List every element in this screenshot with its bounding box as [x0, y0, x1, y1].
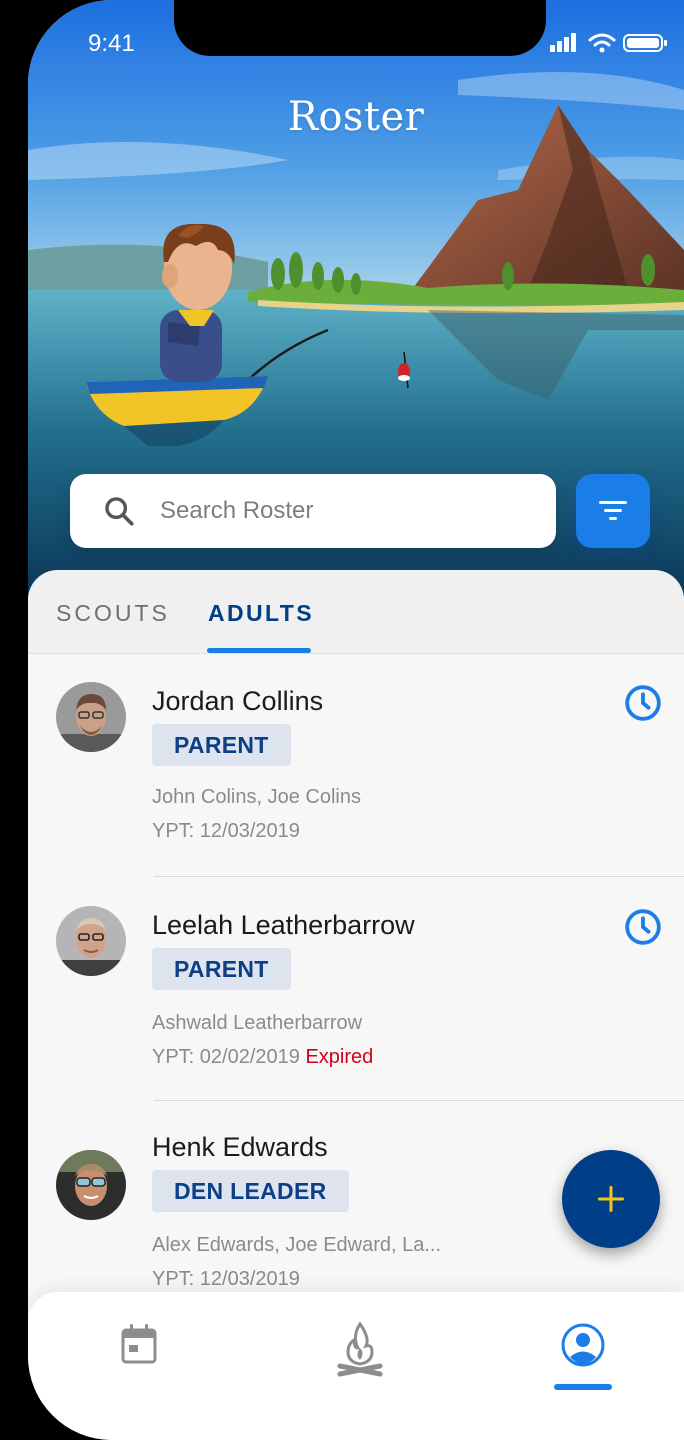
member-name: Henk Edwards [152, 1132, 328, 1162]
calendar-icon[interactable] [120, 1322, 158, 1366]
campfire-icon[interactable] [336, 1322, 384, 1378]
clock-icon[interactable] [624, 684, 662, 722]
search-bar[interactable] [70, 474, 556, 548]
role-badge: PARENT [152, 948, 291, 990]
tab-bar: SCOUTS ADULTS [28, 570, 684, 654]
tab-scouts[interactable]: SCOUTS [56, 600, 170, 627]
clock-icon[interactable] [624, 908, 662, 946]
battery-icon [623, 34, 667, 52]
active-tab-indicator [207, 648, 311, 653]
plus-icon [598, 1186, 624, 1212]
role-badge: DEN LEADER [152, 1170, 349, 1212]
ypt-date-text: YPT: 02/02/2019 [152, 1046, 300, 1068]
add-member-button[interactable] [562, 1150, 660, 1248]
avatar [56, 906, 126, 976]
ypt-date-text: YPT: 12/03/2019 [152, 820, 300, 842]
status-icons [550, 33, 667, 53]
ypt-date-text: YPT: 12/03/2019 [152, 1268, 300, 1290]
status-time: 9:41 [88, 30, 135, 57]
ypt-date: YPT: 12/03/2019 [152, 1268, 300, 1291]
avatar [56, 1150, 126, 1220]
member-name: Leelah Leatherbarrow [152, 910, 415, 940]
active-nav-indicator [554, 1384, 612, 1390]
member-relations: Ashwald Leatherbarrow [152, 1012, 363, 1034]
signal-icon [550, 33, 576, 52]
avatar [56, 682, 126, 752]
filter-button[interactable] [576, 474, 650, 548]
header-illustration: 9:41 Roster [28, 0, 684, 600]
search-input[interactable] [160, 497, 520, 525]
profile-icon[interactable] [560, 1322, 606, 1368]
tab-adults[interactable]: ADULTS [208, 600, 314, 627]
phone-screen: 9:41 Roster Search Roster SCOUTS ADULTS … [28, 0, 684, 1440]
member-relations: John Colins, Joe Colins [152, 786, 361, 808]
member-relations: Alex Edwards, Joe Edward, La... [152, 1234, 442, 1256]
filter-icon [599, 501, 627, 520]
device-notch [174, 0, 546, 56]
member-name: Jordan Collins [152, 686, 324, 716]
row-divider [154, 1100, 684, 1101]
row-divider [154, 876, 684, 877]
search-icon [105, 497, 134, 526]
role-badge: PARENT [152, 724, 291, 766]
wifi-icon [588, 33, 616, 47]
bottom-navigation [28, 1292, 684, 1440]
page-title: Roster [287, 94, 425, 140]
ypt-date: YPT: 12/03/2019 [152, 820, 300, 843]
ypt-date: YPT: 02/02/2019 Expired [152, 1046, 373, 1069]
ypt-expired-status: Expired [305, 1046, 374, 1068]
